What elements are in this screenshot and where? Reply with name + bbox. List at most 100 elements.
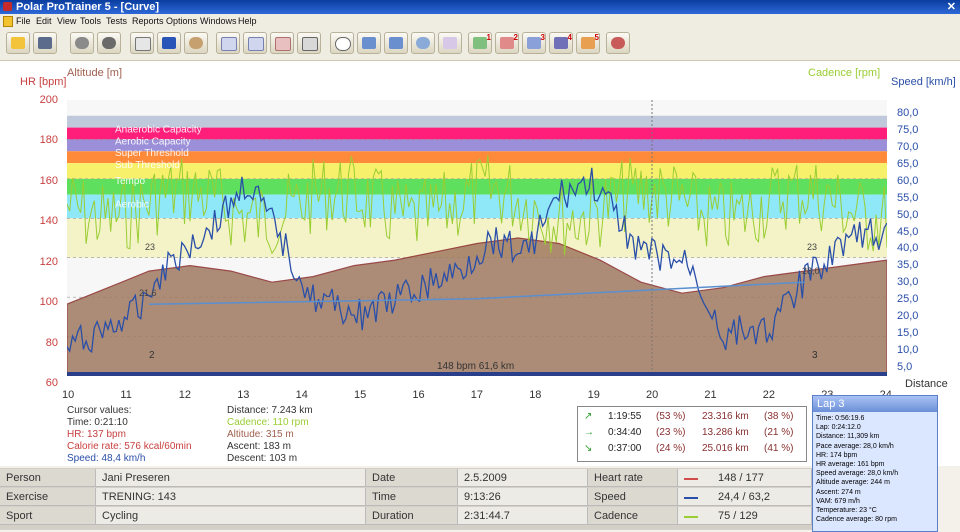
chart-5-icon[interactable]: 5 [576, 32, 600, 54]
speed-tick-label: 55,0 [897, 191, 919, 204]
lap-stat-line: Temperature: 23 °C [816, 507, 877, 514]
slope-row-up: ↗ 1:19:55 (53 %) 23.316 km (38 %) [578, 411, 806, 425]
cadence-swatch [684, 516, 698, 518]
speed-label: Speed [588, 488, 678, 506]
zoom-11-icon[interactable] [330, 32, 354, 54]
cursor-descent: Descent: 103 m [227, 453, 298, 464]
speed-tick-label: 30,0 [897, 276, 919, 289]
menu-edit[interactable]: Edit [36, 15, 52, 27]
speed-tick-label: 15,0 [897, 327, 919, 340]
title-bar: Polar ProTrainer 5 - [Curve] ✕ [0, 0, 960, 14]
open-folder-icon[interactable] [6, 32, 30, 54]
arrow-up-icon: ↗ [584, 411, 593, 422]
cursor-time: Time: 0:21:10 [67, 417, 128, 428]
lap-title-text: Lap 3 [817, 398, 845, 410]
heartrate-cell: 148 / 177 [678, 469, 812, 487]
book-icon[interactable] [157, 32, 181, 54]
percent-graph-icon[interactable] [270, 32, 294, 54]
distance-tick-label: 11 [120, 389, 132, 401]
menu-view[interactable]: View [57, 15, 76, 27]
slope-distance-pct: (21 %) [764, 427, 794, 438]
date-value: 2.5.2009 [458, 469, 588, 487]
speed-value: 24,4 / 63,2 [718, 491, 770, 503]
zoom-icon[interactable] [357, 32, 381, 54]
chart-5-number: 5 [594, 33, 599, 42]
distance-tick-label: 13 [237, 389, 250, 401]
slope-row-down: ↘ 0:37:00 (24 %) 25.016 km (41 %) [578, 443, 806, 457]
lap-stat-line: Distance: 11,309 km [816, 433, 880, 441]
close-icon[interactable]: ✕ [947, 0, 956, 14]
chart-4-icon[interactable]: 4 [549, 32, 573, 54]
chart-2-icon[interactable]: 2 [495, 32, 519, 54]
lap-stat-line: Lap: 0:24:12.0 [816, 424, 861, 432]
person-pin-icon[interactable] [184, 32, 208, 54]
menu-tests[interactable]: Tests [106, 15, 127, 27]
tool-options-icon[interactable] [97, 32, 121, 54]
zone-label: Anaerobic Capacity [115, 125, 202, 136]
calendar-icon[interactable] [130, 32, 154, 54]
menu-file[interactable]: File [16, 15, 31, 27]
slope-summary-box: ↗ 1:19:55 (53 %) 23.316 km (38 %) → 0:34… [577, 406, 807, 462]
tool-settings-icon[interactable] [70, 32, 94, 54]
sport-value: Cycling [96, 507, 366, 525]
lap-stat-line: Ascent: 274 m [816, 488, 861, 496]
slope-time: 0:37:00 [608, 443, 642, 454]
zone-label: Super Threshold [115, 148, 189, 159]
speed-tick-label: 25,0 [897, 293, 919, 306]
point-marker-label: 23 [807, 242, 817, 252]
hr-zone-band [67, 178, 887, 195]
lap-marker-label: 3 [812, 350, 818, 361]
menu-options[interactable]: Options [166, 15, 197, 27]
duration-label: Duration [366, 507, 458, 525]
lap-stat-line: HR: 174 bpm [816, 451, 858, 459]
curve-plot[interactable]: 148 bpm 61,6 km Anaerobic CapacityAerobi… [67, 100, 887, 376]
lap-info-popup[interactable]: Lap 3 Time: 0:56:19.6 Lap: 0:24:12.0 Dista… [812, 395, 938, 532]
chart-1-icon[interactable]: 1 [468, 32, 492, 54]
menu-reports[interactable]: Reports [132, 15, 164, 27]
exercise-label: Exercise [0, 488, 96, 506]
distance-tick-label: 18 [529, 389, 542, 401]
sync-icon[interactable] [411, 32, 435, 54]
lap-stat-line: Time: 0:56:19.6 [816, 415, 865, 422]
bar-graph-icon[interactable] [243, 32, 267, 54]
time-label: Time [366, 488, 458, 506]
distance-tick-label: 22 [762, 389, 776, 401]
hr-tick-label: 180 [39, 134, 58, 147]
distance-tick-label: 12 [178, 389, 192, 401]
lap-stat-line: Pace average: 28,0 km/h [816, 442, 894, 450]
waveform-icon[interactable] [438, 32, 462, 54]
zoom-out-icon[interactable] [384, 32, 408, 54]
speed-tick-label: 5,0 [897, 361, 913, 373]
save-icon[interactable] [33, 32, 57, 54]
heartrate-value: 148 / 177 [718, 472, 764, 484]
cursor-cadence: Cadence: 110 rpm [227, 417, 309, 428]
speed-tick-label: 60,0 [897, 174, 919, 187]
zone-label: Sub Threshold [115, 160, 180, 171]
people-icon[interactable] [606, 32, 630, 54]
hr-tick-label: 100 [39, 296, 58, 309]
menu-help[interactable]: Help [238, 15, 257, 27]
cursor-readout: 148 bpm 61,6 km [437, 361, 514, 372]
cadence-value: 75 / 129 [718, 510, 758, 522]
distance-bar [67, 372, 887, 376]
chart-3-icon[interactable]: 3 [522, 32, 546, 54]
document-icon [3, 16, 13, 27]
hr-axis-title: HR [bpm] [20, 76, 67, 88]
speed-tick-label: 35,0 [897, 259, 919, 272]
cursor-altitude: Altitude: 315 m [227, 429, 294, 440]
area-graph-icon[interactable] [216, 32, 240, 54]
distance-tick-label: 14 [295, 389, 308, 401]
lap-stat-line: Speed average: 28,0 km/h [816, 470, 899, 478]
toolbar: 1 2 3 4 5 [0, 28, 960, 61]
speed-swatch [684, 497, 698, 499]
menu-windows[interactable]: Windows [200, 15, 237, 27]
slope-distance-pct: (38 %) [764, 411, 794, 422]
menu-tools[interactable]: Tools [80, 15, 101, 27]
speed-tick-label: 50,0 [897, 208, 919, 221]
speed-tick-label: 80,0 [897, 107, 919, 119]
altitude-axis-title: Altitude [m] [67, 67, 123, 79]
chart-1-number: 1 [486, 33, 491, 42]
chart-4-number: 4 [567, 33, 572, 42]
grid-graph-icon[interactable] [297, 32, 321, 54]
distance-tick-label: 10 [62, 389, 75, 401]
